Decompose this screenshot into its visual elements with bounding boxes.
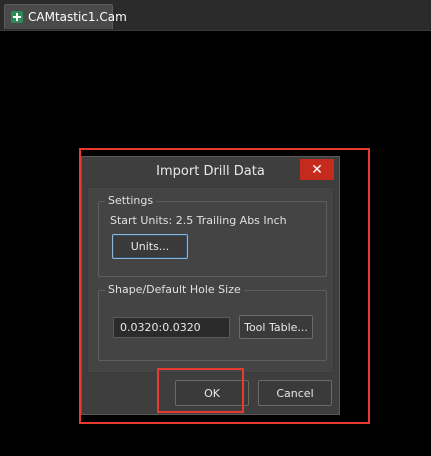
shape-hole-size-group: Shape/Default Hole Size Tool Table...: [98, 283, 327, 361]
hole-size-input[interactable]: [113, 317, 230, 338]
start-units-label: Start Units: 2.5 Trailing Abs Inch: [110, 214, 287, 227]
units-button-label: Units...: [130, 240, 170, 253]
dialog-title: Import Drill Data: [156, 163, 265, 179]
document-tab-bar: CAMtastic1.Cam: [0, 0, 431, 31]
import-drill-data-dialog: Import Drill Data ✕ Settings Start Units…: [81, 156, 340, 415]
ok-button-label: OK: [204, 386, 220, 400]
close-icon: ✕: [311, 161, 323, 178]
shape-group-title: Shape/Default Hole Size: [105, 283, 244, 297]
dialog-content: Settings Start Units: 2.5 Trailing Abs I…: [87, 187, 334, 373]
settings-group-title: Settings: [105, 194, 157, 208]
cancel-button[interactable]: Cancel: [258, 380, 332, 406]
tool-table-button-label: Tool Table...: [244, 320, 308, 334]
ok-button[interactable]: OK: [175, 380, 249, 406]
close-button[interactable]: ✕: [300, 159, 334, 180]
settings-group: Settings Start Units: 2.5 Trailing Abs I…: [98, 194, 327, 277]
cam-document-icon: [11, 11, 23, 23]
document-tab[interactable]: CAMtastic1.Cam: [4, 4, 127, 29]
tool-table-button[interactable]: Tool Table...: [239, 315, 313, 339]
document-tab-label: CAMtastic1.Cam: [28, 10, 127, 24]
dialog-titlebar: Import Drill Data ✕: [82, 157, 339, 185]
cancel-button-label: Cancel: [276, 386, 314, 400]
units-button[interactable]: Units...: [112, 234, 188, 259]
